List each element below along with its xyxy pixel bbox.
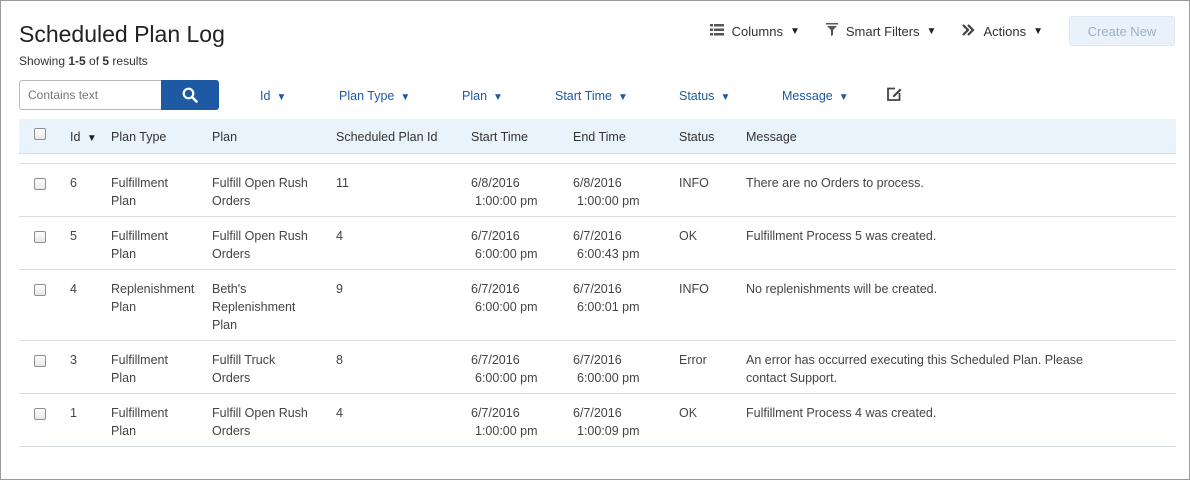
create-new-button[interactable]: Create New: [1069, 16, 1175, 46]
row-checkbox[interactable]: [34, 283, 46, 301]
caret-down-icon: ▼: [720, 92, 731, 103]
edit-icon[interactable]: [886, 86, 902, 107]
table-row: 5 Fulfillment Plan Fulfill Open Rush Order…: [19, 217, 1176, 270]
cell-id: 6: [70, 176, 77, 190]
cell-id: 4: [70, 282, 77, 296]
cell-scheduled-plan-id: 8: [336, 353, 343, 367]
double-chevron-icon: [962, 23, 976, 39]
cell-scheduled-plan-id: 11: [336, 176, 349, 190]
cell-plan-type: Fulfillment Plan: [111, 176, 168, 208]
actions-label: Actions: [983, 23, 1027, 39]
cell-plan-type: Fulfillment Plan: [111, 406, 168, 438]
caret-down-icon: ▼: [86, 133, 97, 144]
caret-down-icon: ▼: [617, 92, 628, 103]
cell-status: INFO: [679, 282, 709, 296]
cell-plan: Beth's Replenishment Plan: [212, 282, 296, 332]
list-icon: [709, 23, 724, 39]
caret-down-icon: ▼: [838, 92, 849, 103]
column-header-status[interactable]: Status: [679, 130, 714, 144]
smart-filters-button[interactable]: Smart Filters ▼: [825, 23, 937, 39]
cell-end-time: 6/7/2016 6:00:43 pm: [573, 229, 640, 261]
cell-scheduled-plan-id: 4: [336, 406, 343, 420]
cell-id: 1: [70, 406, 77, 420]
cell-start-time: 6/7/2016 6:00:00 pm: [471, 229, 538, 261]
column-header-start-time[interactable]: Start Time: [471, 130, 561, 144]
table-row: 4 Replenishment Plan Beth's Replenishment P…: [19, 270, 1176, 341]
table-header: Id ▼ Plan Type Plan Scheduled Plan Id St…: [19, 119, 1176, 154]
cell-id: 5: [70, 229, 77, 243]
caret-down-icon: ▼: [493, 92, 503, 103]
cell-plan-type: Fulfillment Plan: [111, 229, 168, 261]
caret-down-icon: ▼: [926, 25, 937, 37]
row-checkbox[interactable]: [34, 230, 46, 248]
cell-status: OK: [679, 229, 698, 243]
cell-message: No replenishments will be created.: [746, 282, 938, 296]
filter-start-time[interactable]: Start Time ▼: [555, 89, 628, 103]
column-header-plan-type[interactable]: Plan Type: [111, 130, 211, 144]
funnel-icon: [825, 23, 838, 39]
actions-button[interactable]: Actions ▼: [962, 24, 1043, 39]
row-checkbox[interactable]: [34, 407, 46, 425]
cell-message: There are no Orders to process.: [746, 176, 924, 190]
cell-status: INFO: [679, 176, 709, 190]
table-row: 6 Fulfillment Plan Fulfill Open Rush Order…: [19, 164, 1176, 217]
column-header-scheduled-plan-id[interactable]: Scheduled Plan Id: [336, 130, 437, 144]
filter-plan-type[interactable]: Plan Type ▼: [339, 89, 410, 103]
cell-end-time: 6/7/2016 6:00:01 pm: [573, 282, 640, 314]
filter-plan[interactable]: Plan ▼: [462, 89, 503, 103]
select-all-checkbox[interactable]: [34, 128, 46, 143]
cell-id: 3: [70, 353, 77, 367]
cell-end-time: 6/7/2016 6:00:00 pm: [573, 353, 640, 385]
column-header-plan[interactable]: Plan: [212, 130, 332, 144]
toolbar: Columns ▼ Smart Filters ▼ Actions ▼ Crea…: [709, 15, 1175, 47]
cell-plan: Fulfill Open Rush Orders: [212, 176, 308, 208]
page-title: Scheduled Plan Log: [19, 21, 225, 47]
table-row: 1 Fulfillment Plan Fulfill Open Rush Order…: [19, 394, 1176, 447]
cell-end-time: 6/8/2016 1:00:00 pm: [573, 176, 640, 208]
cell-scheduled-plan-id: 9: [336, 282, 343, 296]
cell-start-time: 6/7/2016 6:00:00 pm: [471, 282, 538, 314]
row-checkbox[interactable]: [34, 177, 46, 195]
column-header-id[interactable]: Id ▼: [70, 130, 97, 144]
cell-start-time: 6/7/2016 6:00:00 pm: [471, 353, 538, 385]
table-spacer: [19, 154, 1176, 164]
row-checkbox[interactable]: [34, 354, 46, 372]
search-icon: [182, 87, 198, 103]
columns-button[interactable]: Columns ▼: [709, 23, 800, 39]
cell-plan-type: Replenishment Plan: [111, 282, 195, 314]
caret-down-icon: ▼: [400, 92, 411, 103]
cell-end-time: 6/7/2016 1:00:09 pm: [573, 406, 640, 438]
columns-label: Columns: [731, 23, 783, 39]
search-button[interactable]: [161, 80, 219, 110]
table-row: 3 Fulfillment Plan Fulfill Truck Orders 8 …: [19, 341, 1176, 394]
scheduled-plan-log-table: Id ▼ Plan Type Plan Scheduled Plan Id St…: [19, 119, 1176, 447]
cell-plan: Fulfill Truck Orders: [212, 353, 276, 385]
search-bar: [19, 80, 219, 110]
cell-message: An error has occurred executing this Sch…: [746, 353, 1083, 385]
cell-scheduled-plan-id: 4: [336, 229, 343, 243]
smart-filters-label: Smart Filters: [845, 23, 920, 39]
filter-message[interactable]: Message ▼: [782, 89, 849, 103]
column-header-message[interactable]: Message: [746, 130, 1126, 144]
cell-plan-type: Fulfillment Plan: [111, 353, 168, 385]
filter-status[interactable]: Status ▼: [679, 89, 730, 103]
caret-down-icon: ▼: [1033, 25, 1043, 37]
caret-down-icon: ▼: [789, 25, 800, 37]
results-summary: Showing 1-5 of 5 results: [19, 54, 148, 68]
cell-plan: Fulfill Open Rush Orders: [212, 229, 308, 261]
cell-start-time: 6/7/2016 1:00:00 pm: [471, 406, 538, 438]
cell-status: Error: [679, 353, 707, 367]
search-input[interactable]: [19, 80, 161, 110]
cell-start-time: 6/8/2016 1:00:00 pm: [471, 176, 538, 208]
cell-status: OK: [679, 406, 698, 420]
caret-down-icon: ▼: [276, 92, 287, 103]
column-header-end-time[interactable]: End Time: [573, 130, 663, 144]
cell-plan: Fulfill Open Rush Orders: [212, 406, 308, 438]
cell-message: Fulfillment Process 4 was created.: [746, 406, 937, 420]
app-frame: Scheduled Plan Log Showing 1-5 of 5 resu…: [0, 0, 1190, 480]
filter-id[interactable]: Id ▼: [260, 89, 286, 103]
cell-message: Fulfillment Process 5 was created.: [746, 229, 937, 243]
